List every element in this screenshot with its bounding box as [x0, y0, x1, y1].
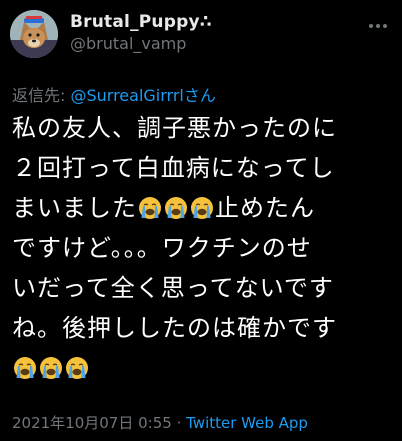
tweet-line	[12, 348, 396, 388]
loudly-crying-face-icon	[66, 357, 88, 379]
more-dot-icon	[376, 24, 380, 28]
avatar[interactable]	[10, 10, 58, 58]
tweet-line: 私の友人、調子悪かったのに	[12, 114, 337, 142]
source-app-link[interactable]: Twitter Web App	[186, 414, 308, 432]
reply-context: 返信先: @SurrealGirrrlさん	[12, 82, 216, 106]
more-dot-icon	[369, 24, 373, 28]
more-dot-icon	[383, 24, 387, 28]
reply-mention-link[interactable]: @SurrealGirrrl	[70, 86, 183, 105]
tweet-header: Brutal_Puppy∴ @brutal_vamp	[10, 10, 392, 68]
loudly-crying-face-icon	[14, 357, 36, 379]
loudly-crying-face-icon	[139, 197, 161, 219]
user-handle[interactable]: @brutal_vamp	[70, 34, 212, 53]
tweet-line-text: まいました	[12, 194, 137, 222]
display-name[interactable]: Brutal_Puppy∴	[70, 12, 212, 32]
display-name-suffix: ∴	[199, 12, 212, 32]
user-info: Brutal_Puppy∴ @brutal_vamp	[70, 12, 212, 53]
tweet-line: ね。後押ししたのは確かです	[12, 314, 337, 342]
avatar-image	[10, 10, 58, 58]
more-options-button[interactable]	[366, 14, 390, 38]
loudly-crying-face-icon	[191, 197, 213, 219]
tweet-line: ですけど。。。ワクチンのせ	[12, 234, 312, 262]
meta-separator: ·	[171, 414, 187, 432]
tweet-text: 私の友人、調子悪かったのに ２回打って白血病になってし まいました 止めたん です…	[12, 108, 396, 388]
reply-mention-suffix[interactable]: さん	[184, 86, 216, 105]
tweet-line: まいました 止めたん	[12, 188, 396, 228]
tweet-line: ２回打って白血病になってし	[12, 154, 335, 182]
timestamp-link[interactable]: 2021年10月07日 0:55	[12, 414, 172, 432]
tweet-line-text: 止めたん	[215, 194, 315, 222]
loudly-crying-face-icon	[165, 197, 187, 219]
tweet-line: いだって全く思ってないです	[12, 274, 334, 302]
tweet-meta: 2021年10月07日 0:55 · Twitter Web App	[12, 412, 308, 433]
display-name-text: Brutal_Puppy	[70, 12, 200, 32]
reply-prefix: 返信先:	[12, 86, 71, 105]
loudly-crying-face-icon	[40, 357, 62, 379]
